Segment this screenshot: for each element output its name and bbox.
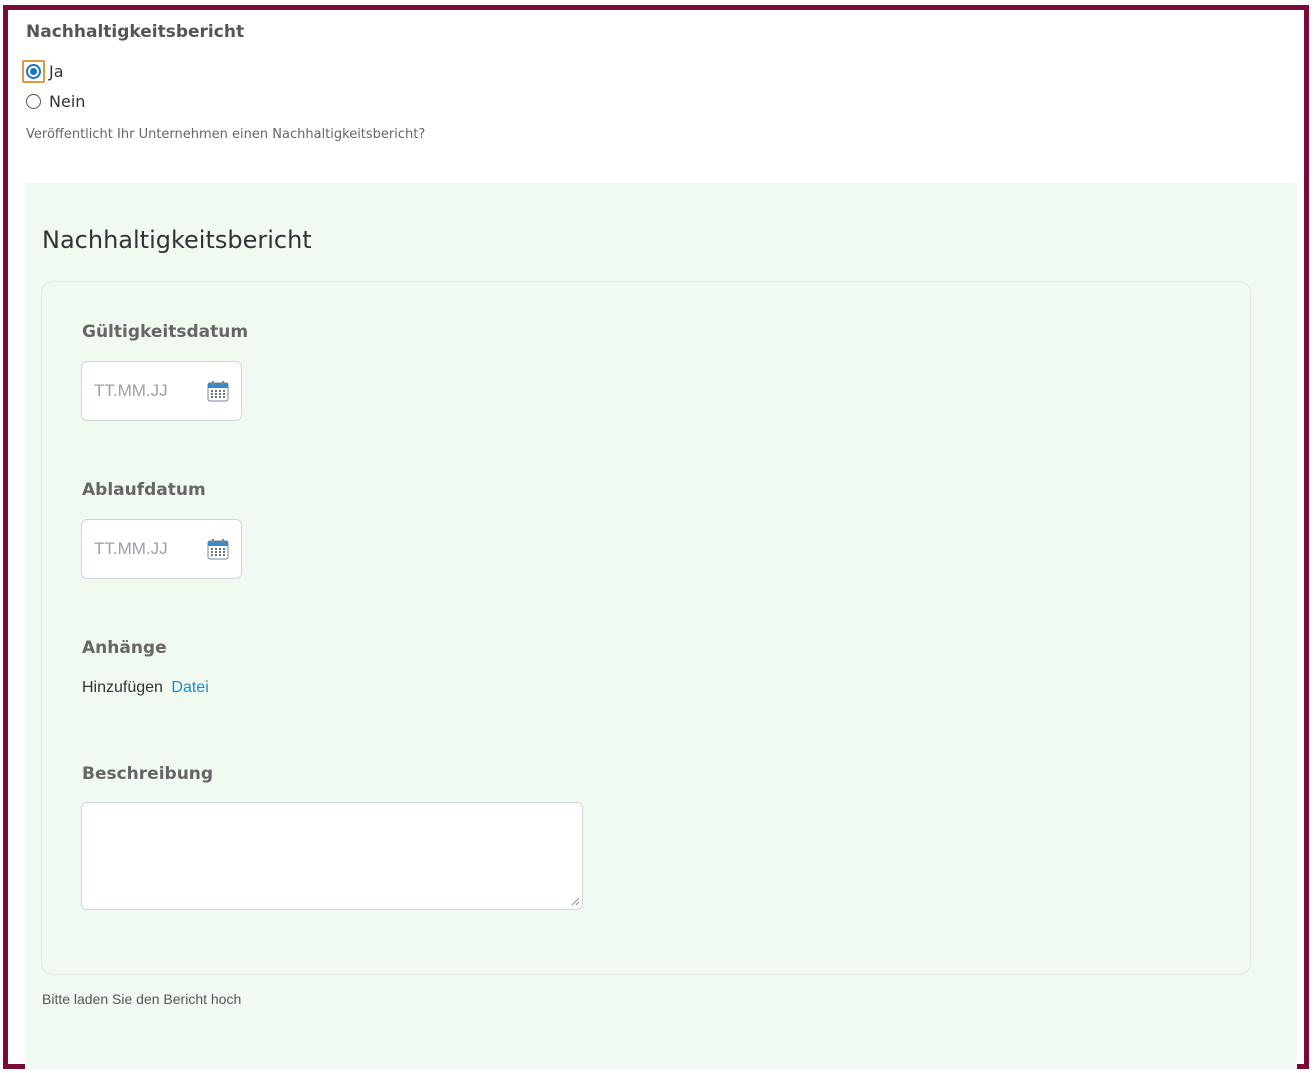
radio-option-nein[interactable]: Nein	[22, 90, 85, 113]
gueltigkeitsdatum-input[interactable]: TT.MM.JJ	[81, 361, 242, 421]
attachment-add-text: Hinzufügen	[82, 679, 163, 696]
calendar-icon[interactable]	[206, 537, 230, 561]
radio-label-nein[interactable]: Nein	[49, 92, 85, 111]
attachment-file-link[interactable]: Datei	[171, 679, 208, 696]
report-card: Gültigkeitsdatum TT.MM.JJ Ablaufdatum TT…	[41, 281, 1251, 975]
ablaufdatum-label: Ablaufdatum	[82, 480, 206, 500]
beschreibung-label: Beschreibung	[82, 764, 214, 784]
sustainability-report-section: Nachhaltigkeitsbericht Gültigkeitsdatum …	[25, 183, 1297, 1069]
beschreibung-textarea[interactable]	[81, 802, 583, 910]
anhaenge-label: Anhänge	[82, 638, 167, 658]
gueltigkeitsdatum-placeholder: TT.MM.JJ	[94, 381, 168, 400]
question-label: Nachhaltigkeitsbericht	[26, 22, 245, 42]
radio-label-ja[interactable]: Ja	[49, 62, 64, 81]
attachment-row: Hinzufügen Datei	[82, 679, 209, 697]
calendar-icon[interactable]	[206, 379, 230, 403]
ablaufdatum-input[interactable]: TT.MM.JJ	[81, 519, 242, 579]
radio-wrap-nein	[22, 90, 45, 113]
radio-button-nein[interactable]	[26, 94, 41, 109]
radio-focus-ring	[22, 60, 45, 83]
section-hint: Bitte laden Sie den Bericht hoch	[42, 991, 242, 1007]
radio-option-ja[interactable]: Ja	[22, 60, 64, 83]
ablaufdatum-placeholder: TT.MM.JJ	[94, 539, 168, 558]
resize-grip-icon[interactable]	[570, 896, 580, 906]
section-title: Nachhaltigkeitsbericht	[42, 226, 312, 254]
form-frame: Nachhaltigkeitsbericht Ja Nein Veröffent…	[3, 5, 1309, 1069]
radio-button-ja[interactable]	[26, 64, 41, 79]
question-hint: Veröffentlicht Ihr Unternehmen einen Nac…	[26, 127, 426, 142]
gueltigkeitsdatum-label: Gültigkeitsdatum	[82, 322, 249, 342]
